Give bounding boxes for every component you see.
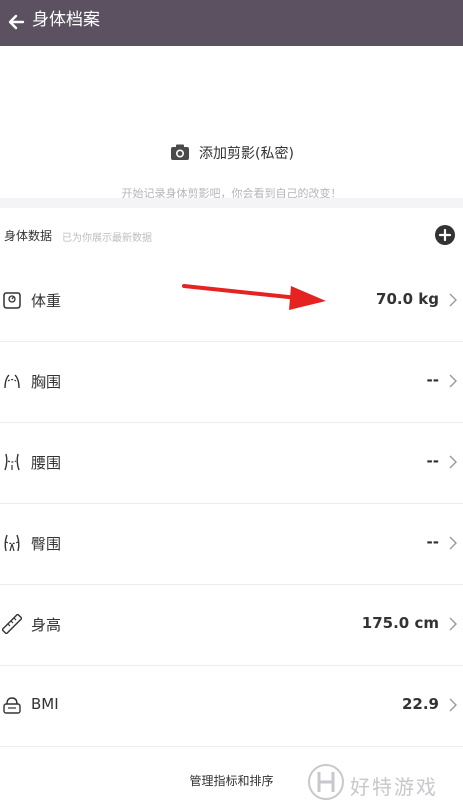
scale-icon [3,292,21,309]
chevron-right-icon [449,374,457,388]
back-arrow-icon[interactable] [4,8,32,36]
top-bar: 身体档案 [0,0,463,46]
chevron-right-icon [449,293,457,307]
watermark-h-logo-icon [308,764,344,800]
section-divider [0,198,463,208]
metric-label: 体重 [31,292,62,310]
metric-value: -- [426,452,439,470]
metric-row-weight[interactable]: 体重 70.0 kg [0,261,463,342]
hip-icon [4,534,20,552]
watermark-text: 好特游戏 [350,775,438,799]
watermark-logo: 好特游戏 [302,757,463,807]
chevron-right-icon [449,536,457,550]
camera-icon [171,144,190,160]
metric-row-waist[interactable]: 腰围 -- [0,423,463,504]
add-metric-plus-icon[interactable] [435,225,455,245]
bmi-scale-icon [3,697,21,714]
metric-row-chest[interactable]: 胸围 -- [0,342,463,423]
metric-label: 胸围 [31,373,62,391]
chevron-right-icon [449,455,457,469]
add-photo-label: 添加剪影(私密) [199,146,294,162]
chevron-right-icon [449,698,457,712]
row-divider [0,746,463,747]
section-subtitle: 已为你展示最新数据 [62,233,152,244]
metric-row-hip[interactable]: 臀围 -- [0,504,463,585]
waist-icon [4,453,20,471]
ruler-icon [2,614,22,634]
metric-label: 身高 [31,616,62,634]
section-title: 身体数据 [4,229,53,243]
chest-icon [4,374,20,389]
metric-value: -- [426,371,439,389]
photo-area: 添加剪影(私密) 开始记录身体剪影吧，你会看到自己的改变！ [0,46,463,200]
metric-row-height[interactable]: 身高 175.0 cm [0,585,463,666]
metric-label: 臀围 [31,535,62,553]
metric-value: 175.0 cm [361,614,439,632]
metric-row-bmi[interactable]: BMI 22.9 [0,666,463,747]
chevron-right-icon [449,617,457,631]
metric-value: 70.0 kg [376,290,439,308]
metric-label: BMI [31,695,59,713]
metric-value: -- [426,533,439,551]
metric-value: 22.9 [401,695,439,713]
metric-label: 腰围 [31,454,62,472]
page-title: 身体档案 [32,10,100,30]
add-photo-button[interactable]: 添加剪影(私密) [0,142,463,166]
body-data-header: 身体数据 已为你展示最新数据 [0,220,463,250]
